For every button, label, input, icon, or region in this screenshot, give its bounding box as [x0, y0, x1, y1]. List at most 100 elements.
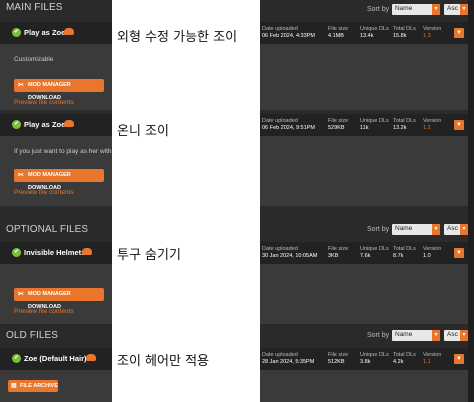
sort-field-value: Name	[395, 225, 413, 232]
meta-value: 28 Jan 2024, 5:35PM	[262, 359, 315, 365]
check-icon: ✔	[12, 248, 21, 257]
meta-value: 4.1MB	[328, 33, 344, 39]
sort-order-value: Asc	[447, 331, 458, 338]
meta-label: Date uploaded	[262, 246, 298, 252]
wrench-icon: ✂	[18, 82, 24, 89]
caption-2: 온니 조이	[117, 124, 169, 139]
file-size: File size 3KB	[328, 246, 348, 260]
unique-dls: Unique DLs 3.8k	[360, 352, 389, 366]
sort-field-select[interactable]: Name ▼	[392, 4, 440, 15]
cloud-download-icon	[64, 28, 74, 35]
mod-manager-download-button[interactable]: ✂ MOD MANAGER DOWNLOAD	[14, 288, 104, 310]
cloud-download-icon	[82, 248, 92, 255]
meta-value: 13.4k	[360, 33, 374, 39]
caption-panel	[112, 0, 260, 402]
scrollbar-track[interactable]	[468, 0, 474, 402]
meta-value: 3KB	[328, 253, 339, 259]
meta-label: Total DLs	[393, 246, 416, 252]
wrench-icon: ✂	[18, 291, 24, 298]
meta-label: File size	[328, 246, 349, 252]
meta-label: Version	[423, 26, 442, 32]
date-uploaded: Date uploaded 06 Feb 2024, 9:51PM	[262, 118, 315, 132]
meta-value: 13.2k	[393, 125, 407, 131]
meta-label: Version	[423, 352, 442, 358]
preview-link[interactable]: Preview file contents	[14, 308, 74, 315]
caption-3: 투구 숨기기	[117, 248, 181, 263]
date-uploaded: Date uploaded 28 Jan 2024, 5:35PM	[262, 352, 314, 366]
meta-value: 4.2k	[393, 359, 404, 365]
sort-order-select[interactable]: Asc ▼	[444, 4, 468, 15]
sort-field-select[interactable]: Name ▼	[392, 224, 440, 235]
file-description: If you just want to play as her with	[14, 148, 112, 155]
meta-value: 512KB	[328, 359, 345, 365]
file-name: Play as Zoe	[24, 28, 66, 37]
meta-value: 1.0	[423, 253, 431, 259]
meta-label: Unique DLs	[360, 246, 389, 252]
meta-label: Date uploaded	[262, 352, 298, 358]
meta-value: 1.2	[423, 125, 431, 131]
caption-1: 외형 수정 가능한 조이	[117, 30, 238, 45]
check-icon: ✔	[12, 354, 21, 363]
version: Version 1.0	[423, 246, 441, 260]
chevron-down-icon[interactable]: ▼	[454, 248, 464, 258]
archive-icon: ▤	[11, 383, 17, 389]
meta-value: 06 Feb 2024, 9:51PM	[262, 125, 315, 131]
meta-label: Total DLs	[393, 26, 416, 32]
sort-order-select[interactable]: Asc ▼	[444, 330, 468, 341]
chevron-down-icon[interactable]: ▼	[454, 28, 464, 38]
preview-link[interactable]: Preview file contents	[14, 99, 74, 106]
meta-label: Version	[423, 118, 442, 124]
sort-label: Sort by	[367, 226, 390, 233]
file-name: Play as Zoe	[24, 120, 66, 129]
meta-value: 15.8k	[393, 33, 407, 39]
chevron-down-icon: ▼	[460, 330, 468, 341]
meta-label: Version	[423, 246, 442, 252]
version: Version 1.1	[423, 352, 441, 366]
sort-field-select[interactable]: Name ▼	[392, 330, 440, 341]
file-size: File size 4.1MB	[328, 26, 348, 40]
mod-manager-download-button[interactable]: ✂ MOD MANAGER DOWNLOAD	[14, 169, 104, 191]
total-dls: Total DLs 13.2k	[393, 118, 416, 132]
chevron-down-icon[interactable]: ▼	[454, 354, 464, 364]
file-size: File size 529KB	[328, 118, 348, 132]
meta-label: Date uploaded	[262, 118, 298, 124]
file-name: Zoe (Default Hair)	[24, 354, 87, 363]
unique-dls: Unique DLs 7.6k	[360, 246, 389, 260]
file-size: File size 512KB	[328, 352, 348, 366]
meta-value: 8.7k	[393, 253, 404, 259]
meta-value: 1.1	[423, 359, 431, 365]
caption-4: 조이 헤어만 적용	[117, 354, 209, 369]
chevron-down-icon: ▼	[460, 224, 468, 235]
sort-order-select[interactable]: Asc ▼	[444, 224, 468, 235]
check-icon: ✔	[12, 120, 21, 129]
sort-label: Sort by	[367, 332, 390, 339]
chevron-down-icon: ▼	[432, 330, 440, 341]
sort-order-value: Asc	[447, 5, 458, 12]
mod-manager-download-button[interactable]: ✂ MOD MANAGER DOWNLOAD	[14, 79, 104, 101]
sort-order-value: Asc	[447, 225, 458, 232]
sort-label: Sort by	[367, 6, 390, 13]
unique-dls: Unique DLs 11k	[360, 118, 389, 132]
meta-value: 06 Feb 2024, 4:33PM	[262, 33, 315, 39]
cloud-download-icon	[64, 120, 74, 127]
file-name: Invisible Helmets	[24, 248, 86, 257]
chevron-down-icon: ▼	[460, 4, 468, 15]
section-title: MAIN FILES	[6, 2, 63, 13]
meta-label: Total DLs	[393, 352, 416, 358]
wrench-icon: ✂	[18, 172, 24, 179]
version: Version 1.2	[423, 118, 441, 132]
total-dls: Total DLs 15.8k	[393, 26, 416, 40]
sort-field-value: Name	[395, 331, 413, 338]
meta-value: 1.3	[423, 33, 431, 39]
version: Version 1.3	[423, 26, 441, 40]
chevron-down-icon: ▼	[432, 224, 440, 235]
meta-label: File size	[328, 26, 349, 32]
total-dls: Total DLs 8.7k	[393, 246, 416, 260]
chevron-down-icon: ▼	[432, 4, 440, 15]
file-archive-button[interactable]: ▤ FILE ARCHIVE	[8, 380, 58, 392]
meta-label: Total DLs	[393, 118, 416, 124]
preview-link[interactable]: Preview file contents	[14, 189, 74, 196]
meta-label: Unique DLs	[360, 352, 389, 358]
meta-value: 7.6k	[360, 253, 371, 259]
chevron-down-icon[interactable]: ▼	[454, 120, 464, 130]
